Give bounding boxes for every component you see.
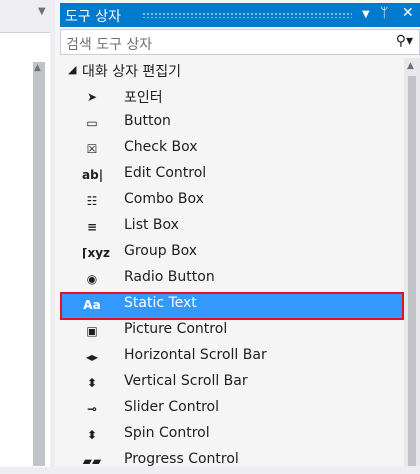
toolbox-item-label: Radio Button [124, 269, 215, 285]
search-icon[interactable]: ⚲▾ [396, 33, 413, 49]
toolbox-item[interactable]: ◉ Radio Button [60, 266, 404, 292]
toolbox-item[interactable]: ▰▰ Progress Control [60, 448, 404, 474]
vertical-scrollbar-icon: ⬍ [86, 376, 98, 390]
pointer-icon: ➤ [86, 90, 98, 104]
toolbox-item-label: Edit Control [124, 165, 207, 181]
toolbox-item-label: Combo Box [124, 191, 204, 207]
editor-scrollbar[interactable] [33, 62, 45, 466]
toolbox-item-label: Picture Control [124, 321, 228, 337]
combo-box-icon: ☷ [86, 194, 98, 208]
toolbox-item-label: Group Box [124, 243, 198, 259]
toolbox-item-label: Check Box [124, 139, 198, 155]
toolbox-title: 도구 상자 [65, 9, 121, 25]
checkbox-icon: ☒ [86, 142, 98, 156]
pin-icon[interactable]: ᛘ [380, 5, 388, 21]
toolbox-item-label: Slider Control [124, 399, 219, 415]
scrollbar-thumb[interactable] [408, 76, 416, 466]
toolbox-item-label: Button [124, 113, 171, 129]
radio-button-icon: ◉ [86, 272, 98, 286]
search-input[interactable]: 검색 도구 상자 [66, 34, 152, 54]
close-icon[interactable]: ✕ [402, 5, 414, 21]
toolbox-item[interactable]: ⬍ Spin Control [60, 422, 404, 448]
toolbox-item-label: Static Text [124, 295, 197, 311]
collapse-triangle-icon[interactable]: ◢ [68, 63, 76, 76]
picture-control-icon: ▣ [86, 324, 98, 338]
toolbox-item-label: 포인터 [124, 90, 163, 106]
progress-control-icon: ▰▰ [82, 454, 102, 468]
toolbox-item[interactable]: ➤ 포인터 [60, 84, 404, 110]
toolbox-item-label: Spin Control [124, 425, 210, 441]
toolbox-item[interactable]: ab| Edit Control [60, 162, 404, 188]
scroll-up-icon[interactable]: ▲ [34, 63, 41, 73]
search-field[interactable]: 검색 도구 상자 ⚲▾ [60, 29, 420, 55]
toolbox-item-label: List Box [124, 217, 179, 233]
toolbox-item[interactable]: ☒ Check Box [60, 136, 404, 162]
static-text-icon: Aa [83, 298, 101, 312]
toolbox-item[interactable]: ☷ Combo Box [60, 188, 404, 214]
toolbox-list: ◢ 대화 상자 편집기 ➤ 포인터 ▭ Button ☒ Check Box ab| Edit… [60, 58, 404, 468]
toolbox-item-label: Vertical Scroll Bar [124, 373, 248, 389]
edit-control-icon: ab| [82, 168, 104, 182]
toolbox-item[interactable]: ≡ List Box [60, 214, 404, 240]
window-position-icon[interactable]: ▼ [362, 9, 370, 20]
toolbox-item[interactable]: Aa Static Text [60, 292, 404, 320]
editor-toolbar [0, 0, 55, 22]
toolbox-title-bar[interactable]: 도구 상자 ▼ ᛘ ✕ [60, 3, 420, 27]
toolbox-item-label: Progress Control [124, 451, 239, 467]
spin-control-icon: ⬍ [86, 428, 98, 442]
slider-control-icon: ⊸ [86, 402, 98, 416]
editor-pane: ▼ ▲ [0, 0, 55, 467]
horizontal-scrollbar-icon: ◂▸ [85, 350, 99, 364]
title-bar-grip [142, 12, 352, 18]
group-label: 대화 상자 편집기 [82, 64, 182, 80]
toolbox-item[interactable]: ⬍ Vertical Scroll Bar [60, 370, 404, 396]
button-icon: ▭ [86, 116, 98, 130]
group-header-dialog-editor[interactable]: ◢ 대화 상자 편집기 [60, 60, 400, 82]
toolbox-item-label: Horizontal Scroll Bar [124, 347, 267, 363]
toolbox-item[interactable]: ▣ Picture Control [60, 318, 404, 344]
toolbox-item[interactable]: ⌈xyz Group Box [60, 240, 404, 266]
list-box-icon: ≡ [86, 220, 98, 234]
toolbox-item[interactable]: ⊸ Slider Control [60, 396, 404, 422]
toolbox-item[interactable]: ◂▸ Horizontal Scroll Bar [60, 344, 404, 370]
toolbox-scrollbar[interactable]: ▲ [404, 58, 420, 466]
toolbox-panel: 도구 상자 ▼ ᛘ ✕ 검색 도구 상자 ⚲▾ ◢ 대화 상자 편집기 ➤ 포인터… [55, 0, 420, 468]
toolbox-item[interactable]: ▭ Button [60, 110, 404, 136]
chevron-down-icon[interactable]: ▼ [38, 6, 46, 17]
group-box-icon: ⌈xyz [82, 246, 111, 260]
scroll-up-icon[interactable]: ▲ [407, 61, 414, 71]
